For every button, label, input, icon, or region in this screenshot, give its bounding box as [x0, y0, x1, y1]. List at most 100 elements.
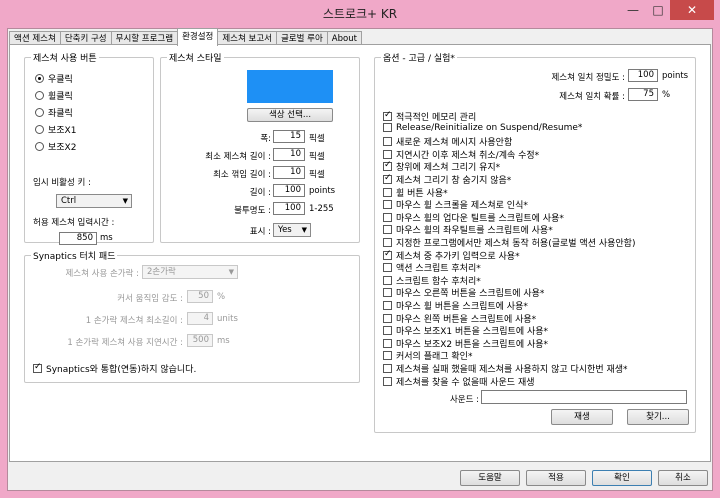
option-checkbox[interactable]: 커서의 플래그 확인*: [383, 349, 472, 362]
radio-dot: [35, 108, 44, 117]
option-checkbox[interactable]: Release/Reinitialize on Suspend/Resume*: [383, 123, 582, 133]
match-probability-unit: %: [662, 90, 671, 100]
display-value: Yes: [278, 225, 292, 235]
allowed-time-input[interactable]: 850: [59, 232, 97, 245]
tab-3[interactable]: 환경설정: [177, 28, 219, 46]
gesture-style-group-label: 제스쳐 스타일: [167, 51, 224, 64]
option-checkbox[interactable]: 창위에 제스쳐 그리기 유지*: [383, 160, 500, 173]
style-row-input[interactable]: 10: [273, 148, 305, 161]
option-checkbox[interactable]: 적극적인 메모리 관리: [383, 110, 476, 123]
color-swatch: [247, 70, 333, 103]
style-row-input[interactable]: 100: [273, 202, 305, 215]
style-row-unit: 픽셀: [309, 152, 325, 162]
select-color-button[interactable]: 색상 선택...: [247, 108, 333, 122]
checkbox-box: [383, 364, 392, 373]
gesture-button-radio[interactable]: 보조X1: [35, 123, 76, 136]
checkbox-box: [383, 149, 392, 159]
chevron-down-icon: ▼: [301, 226, 307, 234]
minimize-icon[interactable]: —: [620, 0, 646, 20]
synaptics-row-input[interactable]: 4: [187, 312, 213, 325]
synaptics-row-label: 커서 움직임 감도 :: [117, 294, 183, 304]
checkbox-box: [383, 288, 392, 298]
synaptics-disable-checkbox[interactable]: Synaptics와 통합(연동)하지 않습니다.: [33, 362, 196, 375]
option-checkbox[interactable]: 마우스 왼쪽 버튼을 스크립트에 사용*: [383, 312, 536, 325]
option-label: 제스쳐 중 추가키 입력으로 사용*: [396, 251, 520, 262]
style-row-unit: points: [309, 186, 336, 196]
checkbox-box: [383, 326, 392, 336]
display-select[interactable]: Yes ▼: [273, 223, 311, 237]
option-checkbox[interactable]: 제스쳐를 실패 했을때 제스쳐를 사용하지 않고 다시한번 재생*: [383, 362, 628, 375]
style-row-unit: 1-255: [309, 204, 334, 214]
style-row-input[interactable]: 15: [273, 130, 305, 143]
synaptics-finger-select[interactable]: 2손가락 ▼: [142, 265, 238, 279]
gesture-button-radio[interactable]: 보조X2: [35, 140, 76, 153]
option-label: 마우스 휠의 좌우틸트를 스크립트에 사용*: [396, 226, 553, 237]
cancel-button[interactable]: 취소: [658, 470, 708, 486]
gesture-button-radio[interactable]: 좌클릭: [35, 106, 73, 119]
window-title: 스트로크+ KR: [322, 7, 398, 21]
synaptics-disable-label: Synaptics와 통합(연동)하지 않습니다.: [46, 365, 197, 375]
synaptics-row-input[interactable]: 500: [187, 334, 213, 347]
gesture-button-radio[interactable]: 우클릭: [35, 72, 73, 85]
option-checkbox[interactable]: 마우스 오른쪽 버튼을 스크립트에 사용*: [383, 286, 544, 299]
option-label: 지연시간 이후 제스쳐 취소/계속 수정*: [396, 150, 540, 161]
option-checkbox[interactable]: 마우스 휠 버튼을 스크립트에 사용*: [383, 299, 528, 312]
checkbox-box: [383, 137, 392, 147]
play-sound-button[interactable]: 재생: [551, 409, 613, 425]
radio-dot: [35, 74, 44, 83]
checkbox-box: [383, 200, 392, 210]
radio-label: 휠클릭: [48, 92, 73, 102]
option-label: 마우스 보조X1 버튼을 스크립트에 사용*: [396, 327, 549, 338]
synaptics-row-input[interactable]: 50: [187, 290, 213, 303]
option-checkbox[interactable]: 마우스 휠의 업다운 틸트를 스크립트에 사용*: [383, 211, 564, 224]
match-precision-unit: points: [662, 71, 689, 81]
option-checkbox[interactable]: 마우스 보조X1 버튼을 스크립트에 사용*: [383, 324, 548, 337]
app-window: 스트로크+ KR — □ ✕ 액션 제스쳐 단축키 구성 무시할 프로그램 환경설정 제…: [0, 0, 720, 498]
checkbox-box: [383, 313, 392, 323]
style-row-label: 최소 꺾임 길이 :: [213, 170, 271, 180]
option-checkbox[interactable]: 지정한 프로그램에서만 제스쳐 동작 허용(글로벌 액션 사용안함): [383, 236, 635, 249]
option-checkbox[interactable]: 새로운 제스쳐 메시지 사용안함: [383, 135, 512, 148]
browse-sound-button[interactable]: 찾기...: [627, 409, 689, 425]
option-label: 새로운 제스쳐 메시지 사용안함: [396, 138, 513, 149]
option-checkbox[interactable]: 지연시간 이후 제스쳐 취소/계속 수정*: [383, 148, 539, 161]
radio-label: 좌클릭: [48, 109, 73, 119]
allowed-time-label: 허용 제스쳐 입력시간 :: [33, 218, 115, 228]
checkbox-box: [383, 225, 392, 235]
settings-panel: 제스쳐 사용 버튼 우클릭 휠클릭 좌클릭 보조X1 보조X2 임시 비활성 키 : C…: [9, 44, 711, 462]
style-row-input[interactable]: 100: [273, 184, 305, 197]
sound-input[interactable]: [481, 390, 687, 404]
option-label: 마우스 휠의 업다운 틸트를 스크립트에 사용*: [396, 213, 564, 224]
option-checkbox[interactable]: 액션 스크립트 후처리*: [383, 261, 481, 274]
radio-label: 우클릭: [48, 75, 73, 85]
option-label: 마우스 휠 스크롤을 제스쳐로 인식*: [396, 201, 528, 212]
match-probability-label: 제스쳐 일치 확률 :: [559, 92, 625, 102]
option-checkbox[interactable]: 제스쳐를 찾을 수 없을때 사운드 재생: [383, 375, 535, 388]
match-probability-input[interactable]: 75: [628, 88, 658, 101]
help-button[interactable]: 도움말: [460, 470, 520, 486]
maximize-icon[interactable]: □: [646, 0, 670, 20]
ok-button[interactable]: 확인: [592, 470, 652, 486]
match-precision-input[interactable]: 100: [628, 69, 658, 82]
disable-key-select[interactable]: Ctrl ▼: [56, 194, 132, 208]
radio-label: 보조X2: [48, 143, 77, 153]
gesture-button-radio[interactable]: 휠클릭: [35, 89, 73, 102]
apply-button[interactable]: 적용: [526, 470, 586, 486]
option-checkbox[interactable]: 스크립트 함수 후처리*: [383, 274, 481, 287]
checkbox-box: [33, 362, 42, 373]
option-label: 휠 버튼 사용*: [396, 188, 448, 199]
option-checkbox[interactable]: 마우스 휠 스크롤을 제스쳐로 인식*: [383, 198, 528, 211]
checkbox-box: [383, 249, 392, 260]
chevron-down-icon: ▼: [122, 197, 128, 205]
option-checkbox[interactable]: 마우스 보조X2 버튼을 스크립트에 사용*: [383, 337, 548, 350]
option-checkbox[interactable]: 마우스 휠의 좌우틸트를 스크립트에 사용*: [383, 223, 553, 236]
option-checkbox[interactable]: 제스쳐 중 추가키 입력으로 사용*: [383, 249, 520, 262]
option-checkbox[interactable]: 휠 버튼 사용*: [383, 186, 448, 199]
style-row-input[interactable]: 10: [273, 166, 305, 179]
option-label: 지정한 프로그램에서만 제스쳐 동작 허용(글로벌 액션 사용안함): [396, 239, 636, 249]
advanced-options-group-label: 옵션 - 고급 / 실험*: [381, 51, 457, 64]
option-checkbox[interactable]: 제스쳐 그리기 창 숨기지 않음*: [383, 173, 511, 186]
close-icon[interactable]: ✕: [670, 0, 714, 20]
style-row-label: 불투명도 :: [234, 206, 271, 216]
title-bar[interactable]: 스트로크+ KR — □ ✕: [0, 0, 720, 26]
